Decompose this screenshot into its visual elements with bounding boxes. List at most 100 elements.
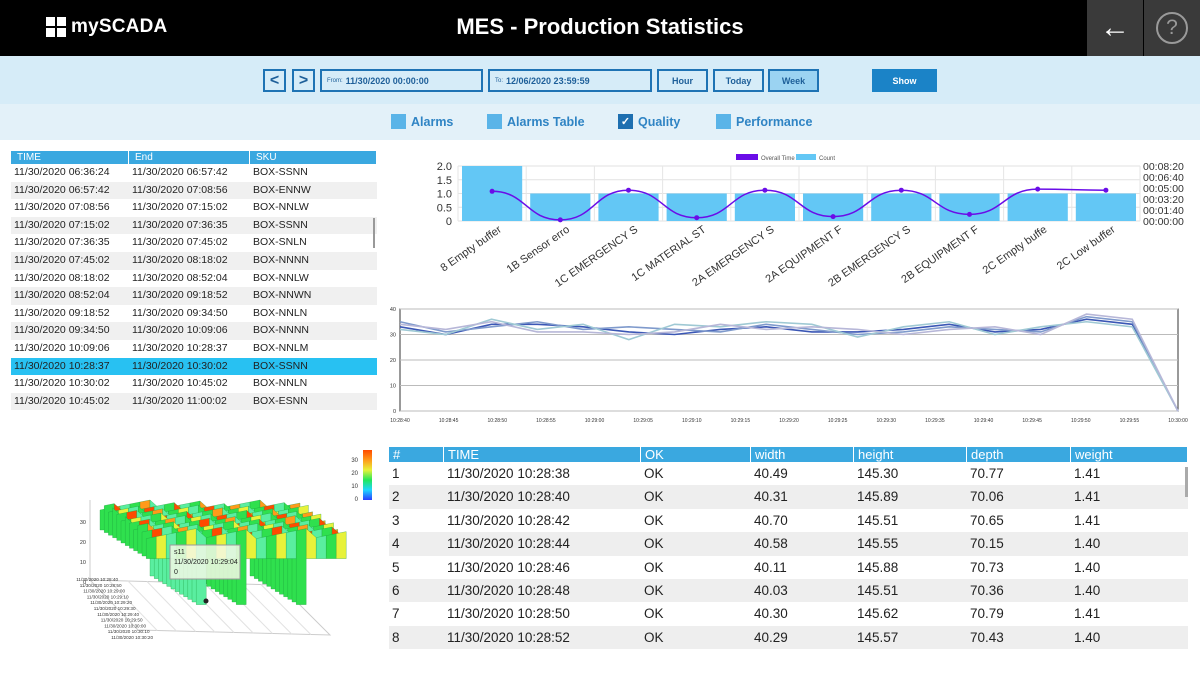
surface-cell[interactable] — [336, 531, 347, 559]
table-row[interactable]: 11/30/2020 10:09:06 11/30/2020 10:28:37 BO… — [11, 340, 377, 358]
table-cell: 1.41 — [1074, 512, 1101, 528]
table-cell: 40.49 — [754, 466, 788, 481]
table-row[interactable]: 6 11/30/2020 10:28:48 OK 40.03 145.51 70.36 1.… — [389, 578, 1188, 603]
y-tick-label: 2.0 — [437, 161, 452, 173]
table-row[interactable]: 7 11/30/2020 10:28:50 OK 40.30 145.62 70.79 1.… — [389, 602, 1188, 625]
tooltip-point — [203, 598, 209, 604]
surface-cell[interactable] — [146, 536, 157, 559]
table-row[interactable]: 11/30/2020 07:08:56 11/30/2020 07:15:02 BO… — [11, 199, 377, 217]
y-tick-label: 0 — [446, 216, 452, 228]
table-cell: 11/30/2020 10:28:46 — [447, 559, 570, 575]
table-cell: 11/30/2020 07:36:35 — [132, 218, 228, 231]
back-button[interactable]: ← — [1087, 0, 1143, 56]
table-cell: 145.62 — [857, 606, 899, 622]
point-overall-time[interactable] — [898, 187, 904, 193]
table-cell: 1.40 — [1074, 582, 1101, 598]
table-row[interactable]: 3 11/30/2020 10:28:42 OK 40.70 145.51 70.65 1.… — [389, 509, 1188, 532]
table-row[interactable]: 11/30/2020 07:15:02 11/30/2020 07:36:35 BO… — [11, 216, 377, 235]
alarms-table-checkbox-label: Alarms Table — [507, 114, 585, 129]
measurement-table-scrollbar[interactable] — [1185, 467, 1188, 497]
point-overall-time[interactable] — [1035, 186, 1041, 192]
table-row[interactable]: 11/30/2020 06:57:42 11/30/2020 07:08:56 BO… — [11, 181, 377, 200]
point-overall-time[interactable] — [489, 188, 495, 194]
column-header-width[interactable]: width — [751, 447, 854, 462]
alarm-table-scrollbar[interactable] — [373, 218, 375, 248]
surface-cell[interactable] — [276, 532, 287, 559]
table-row[interactable]: 11/30/2020 07:36:35 11/30/2020 07:45:02 BO… — [11, 234, 377, 252]
surface-cell[interactable] — [266, 534, 277, 559]
column-header-weight[interactable]: weight — [1071, 447, 1188, 462]
quality-checkbox[interactable]: ✓ Quality — [618, 114, 680, 129]
week-button[interactable]: Week — [768, 69, 819, 92]
table-row[interactable]: 11/30/2020 10:45:02 11/30/2020 11:00:02 BO… — [11, 392, 377, 411]
today-button[interactable]: Today — [713, 69, 764, 92]
surface-cell[interactable] — [286, 530, 297, 559]
show-button[interactable]: Show — [872, 69, 937, 92]
table-row[interactable]: 11/30/2020 07:45:02 11/30/2020 08:18:02 BO… — [11, 251, 377, 270]
table-row[interactable]: 11/30/2020 08:52:04 11/30/2020 09:18:52 BO… — [11, 287, 377, 305]
point-overall-time[interactable] — [1103, 187, 1109, 193]
table-cell: 11/30/2020 10:28:52 — [447, 629, 570, 645]
table-row[interactable]: 11/30/2020 09:18:52 11/30/2020 09:34:50 BO… — [11, 305, 377, 323]
column-header-height[interactable]: height — [854, 447, 967, 462]
bar-count[interactable] — [530, 193, 591, 222]
table-cell: 6 — [392, 582, 400, 598]
table-cell: 11/30/2020 07:15:02 — [14, 218, 110, 231]
performance-checkbox[interactable]: Performance — [716, 114, 812, 129]
column-header-time[interactable]: TIME — [11, 151, 129, 164]
column-header-time[interactable]: TIME — [444, 447, 641, 462]
table-row[interactable]: 4 11/30/2020 10:28:44 OK 40.58 145.55 70.15 1.… — [389, 532, 1188, 556]
table-cell: 11/30/2020 10:28:50 — [447, 606, 570, 622]
column-header-ok[interactable]: OK — [641, 447, 751, 462]
x-tick-label: 10:28:55 — [536, 418, 556, 424]
hour-button[interactable]: Hour — [657, 69, 708, 92]
surface-cell[interactable] — [156, 534, 167, 559]
column-header-end[interactable]: End — [129, 151, 250, 164]
table-row[interactable]: 1 11/30/2020 10:28:38 OK 40.49 145.30 70.77 1.… — [389, 462, 1188, 485]
table-cell: 11/30/2020 07:08:56 — [132, 183, 228, 196]
y-tick-label: 0 — [393, 409, 396, 415]
help-button[interactable]: ? — [1144, 0, 1200, 56]
table-row[interactable]: 5 11/30/2020 10:28:46 OK 40.11 145.88 70.73 1.… — [389, 556, 1188, 579]
alarms-checkbox[interactable]: Alarms — [391, 114, 453, 129]
table-row[interactable]: 11/30/2020 08:18:02 11/30/2020 08:52:04 BO… — [11, 270, 377, 288]
bar-count[interactable] — [598, 193, 659, 222]
point-overall-time[interactable] — [967, 211, 972, 217]
column-header-index[interactable]: # — [389, 447, 444, 462]
to-date-field[interactable]: To: 12/06/2020 23:59:59 — [488, 69, 652, 92]
point-overall-time[interactable] — [557, 217, 563, 223]
surface-cell[interactable] — [256, 536, 267, 559]
next-period-button[interactable]: > — [292, 69, 315, 92]
point-overall-time[interactable] — [830, 214, 836, 220]
bar-count[interactable] — [871, 193, 932, 222]
surface-cell[interactable] — [316, 535, 327, 559]
bar-count[interactable] — [1075, 193, 1136, 222]
measurement-table: # TIME OK width height depth weight 1 11/… — [389, 447, 1188, 650]
x-tick-label: 11/30/2020 10:30:10 — [108, 629, 150, 634]
page-title: MES - Production Statistics — [456, 14, 744, 39]
column-header-depth[interactable]: depth — [967, 447, 1071, 462]
point-overall-time[interactable] — [762, 187, 768, 193]
table-cell: 70.73 — [970, 559, 1004, 575]
point-overall-time[interactable] — [626, 187, 631, 193]
column-header-sku[interactable]: SKU — [250, 151, 377, 164]
table-row[interactable]: 11/30/2020 06:36:24 11/30/2020 06:57:42 BO… — [11, 164, 377, 182]
table-row[interactable]: 11/30/2020 10:30:02 11/30/2020 10:45:02 BO… — [11, 375, 377, 393]
from-date-field[interactable]: From: 11/30/2020 00:00:00 — [320, 69, 483, 92]
table-row[interactable]: 11/30/2020 10:28:37 11/30/2020 10:30:02 BO… — [11, 357, 377, 376]
point-overall-time[interactable] — [694, 215, 700, 221]
table-cell: OK — [644, 512, 664, 528]
table-cell: OK — [644, 559, 664, 575]
surface-cell[interactable] — [326, 533, 337, 559]
table-row[interactable]: 2 11/30/2020 10:28:40 OK 40.31 145.89 70.06 1.… — [389, 485, 1188, 509]
bar-count[interactable] — [734, 193, 795, 222]
table-row[interactable]: 11/30/2020 09:34:50 11/30/2020 10:09:06 BO… — [11, 322, 377, 340]
x-tick-label: 10:29:55 — [1120, 418, 1140, 424]
bar-count[interactable] — [1007, 193, 1068, 222]
table-cell: 11/30/2020 07:08:56 — [14, 201, 110, 214]
surface-cell[interactable] — [296, 528, 307, 605]
alarms-table-checkbox[interactable]: Alarms Table — [487, 114, 585, 129]
table-cell: 145.51 — [857, 512, 899, 528]
prev-period-button[interactable]: < — [263, 69, 286, 92]
table-row[interactable]: 8 11/30/2020 10:28:52 OK 40.29 145.57 70.43 1.… — [389, 625, 1188, 650]
